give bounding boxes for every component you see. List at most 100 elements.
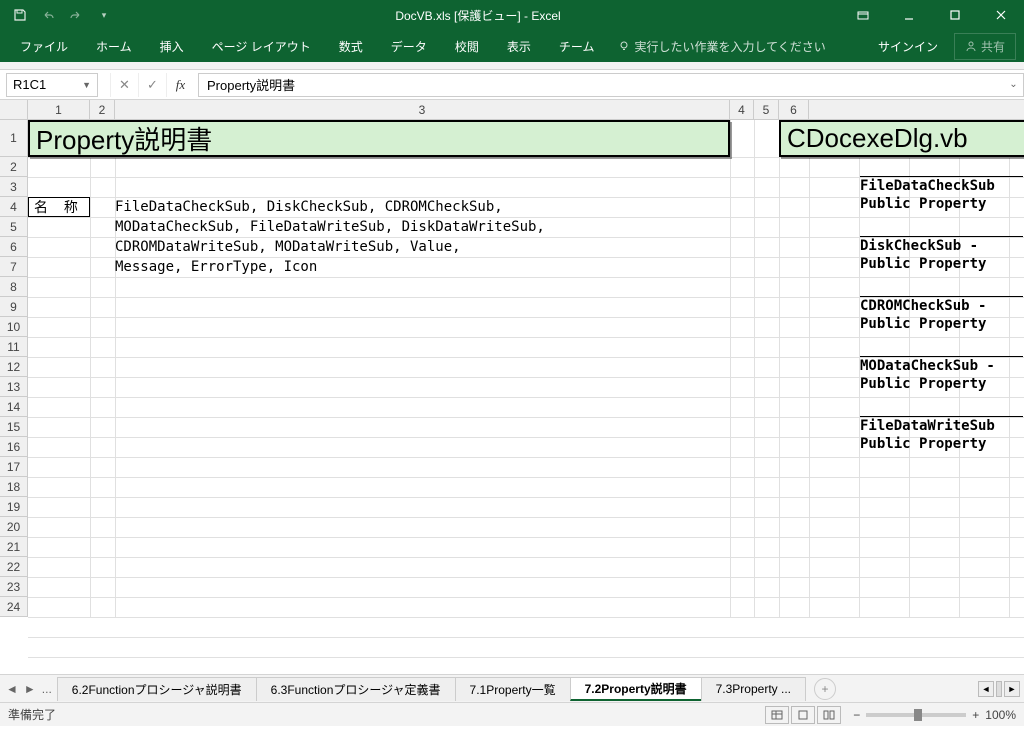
maximize-button[interactable] bbox=[932, 0, 978, 30]
chevron-down-icon[interactable]: ▼ bbox=[82, 80, 91, 90]
row-header[interactable]: 2 bbox=[0, 157, 28, 177]
redo-icon[interactable] bbox=[64, 3, 88, 27]
sheet-nav-next[interactable]: ► bbox=[24, 682, 36, 696]
row-header[interactable]: 23 bbox=[0, 577, 28, 597]
sheet-tab[interactable]: 7.3Property ... bbox=[701, 677, 806, 701]
zoom-control: − + 100% bbox=[853, 708, 1016, 722]
col-header[interactable] bbox=[809, 100, 1024, 120]
share-button[interactable]: 共有 bbox=[954, 33, 1016, 60]
page-layout-view-button[interactable] bbox=[791, 706, 815, 724]
sheet-tab[interactable]: 6.3Functionプロシージャ定義書 bbox=[256, 677, 456, 701]
cell-property-sub[interactable]: Public Property bbox=[860, 256, 1023, 272]
zoom-slider[interactable] bbox=[866, 713, 966, 717]
row-header[interactable]: 21 bbox=[0, 537, 28, 557]
row-header[interactable]: 7 bbox=[0, 257, 28, 277]
scroll-left-button[interactable]: ◄ bbox=[978, 681, 994, 697]
name-box[interactable]: R1C1 ▼ bbox=[6, 73, 98, 97]
row-header[interactable]: 13 bbox=[0, 377, 28, 397]
cell-property-title[interactable]: MODataCheckSub - bbox=[860, 356, 1023, 374]
row-header[interactable]: 12 bbox=[0, 357, 28, 377]
cell-property-title[interactable]: DiskCheckSub - bbox=[860, 236, 1023, 254]
tab-home[interactable]: ホーム bbox=[84, 32, 144, 61]
tab-page-layout[interactable]: ページ レイアウト bbox=[200, 32, 323, 61]
row-header[interactable]: 16 bbox=[0, 437, 28, 457]
cell-body-line[interactable]: Message, ErrorType, Icon bbox=[115, 259, 317, 275]
close-button[interactable] bbox=[978, 0, 1024, 30]
sheet-nav-prev[interactable]: ◄ bbox=[6, 682, 18, 696]
row-header[interactable]: 17 bbox=[0, 457, 28, 477]
tab-insert[interactable]: 挿入 bbox=[148, 32, 196, 61]
save-icon[interactable] bbox=[8, 3, 32, 27]
worksheet-grid[interactable]: 1 2 3 4 5 6 1234567891011121314151617181… bbox=[0, 100, 1024, 674]
cell-property-title[interactable]: FileDataWriteSub bbox=[860, 416, 1023, 434]
undo-icon[interactable] bbox=[36, 3, 60, 27]
row-header[interactable]: 20 bbox=[0, 517, 28, 537]
zoom-out-button[interactable]: − bbox=[853, 708, 860, 722]
tab-formulas[interactable]: 数式 bbox=[327, 32, 375, 61]
cell-property-sub[interactable]: Public Property bbox=[860, 436, 1023, 452]
cell-property-title[interactable]: CDROMCheckSub - bbox=[860, 296, 1023, 314]
qat-dropdown-icon[interactable]: ▾ bbox=[92, 3, 116, 27]
select-all-corner[interactable] bbox=[0, 100, 28, 120]
row-header[interactable]: 14 bbox=[0, 397, 28, 417]
sheet-tab[interactable]: 7.1Property一覧 bbox=[455, 677, 571, 701]
row-header[interactable]: 10 bbox=[0, 317, 28, 337]
cell-property-sub[interactable]: Public Property bbox=[860, 316, 1023, 332]
row-header[interactable]: 5 bbox=[0, 217, 28, 237]
zoom-in-button[interactable]: + bbox=[972, 708, 979, 722]
titlebar: ▾ DocVB.xls [保護ビュー] - Excel bbox=[0, 0, 1024, 30]
sheet-tab[interactable]: 7.2Property説明書 bbox=[570, 677, 702, 701]
cell-property-sub[interactable]: Public Property bbox=[860, 376, 1023, 392]
col-header[interactable]: 6 bbox=[779, 100, 809, 120]
cell-body-line[interactable]: FileDataCheckSub, DiskCheckSub, CDROMChe… bbox=[115, 199, 503, 215]
horizontal-scrollbar[interactable]: ◄ ► bbox=[978, 681, 1024, 697]
col-header[interactable]: 5 bbox=[754, 100, 779, 120]
col-header[interactable]: 1 bbox=[28, 100, 90, 120]
expand-formula-bar-button[interactable]: ⌄ bbox=[1004, 73, 1024, 97]
cell-body-line[interactable]: CDROMDataWriteSub, MODataWriteSub, Value… bbox=[115, 239, 461, 255]
formula-input[interactable]: Property説明書 bbox=[198, 73, 1004, 97]
row-header[interactable]: 3 bbox=[0, 177, 28, 197]
row-header[interactable]: 9 bbox=[0, 297, 28, 317]
enter-formula-button[interactable]: ✓ bbox=[138, 73, 166, 97]
row-header[interactable]: 15 bbox=[0, 417, 28, 437]
signin-link[interactable]: サインイン bbox=[866, 32, 950, 61]
row-header[interactable]: 19 bbox=[0, 497, 28, 517]
row-header[interactable]: 8 bbox=[0, 277, 28, 297]
cells-area[interactable]: Property説明書 CDocexeDlg.vb 名 称 FileDataCh… bbox=[28, 120, 1024, 617]
row-header[interactable]: 22 bbox=[0, 557, 28, 577]
col-header[interactable]: 3 bbox=[115, 100, 730, 120]
cell-property-sub[interactable]: Public Property bbox=[860, 196, 1023, 212]
cell-title-right[interactable]: CDocexeDlg.vb bbox=[779, 120, 1024, 157]
zoom-level[interactable]: 100% bbox=[985, 708, 1016, 722]
row-header[interactable]: 11 bbox=[0, 337, 28, 357]
cell-name-label[interactable]: 名 称 bbox=[28, 197, 90, 217]
cell-property-title[interactable]: FileDataCheckSub bbox=[860, 176, 1023, 194]
ribbon-options-icon[interactable] bbox=[840, 0, 886, 30]
minimize-button[interactable] bbox=[886, 0, 932, 30]
tab-view[interactable]: 表示 bbox=[495, 32, 543, 61]
tab-file[interactable]: ファイル bbox=[8, 32, 80, 61]
cell-body-line[interactable]: MODataCheckSub, FileDataWriteSub, DiskDa… bbox=[115, 219, 545, 235]
col-header[interactable]: 4 bbox=[730, 100, 754, 120]
scroll-right-button[interactable]: ► bbox=[1004, 681, 1020, 697]
sheet-nav-ellipsis[interactable]: ... bbox=[42, 682, 52, 696]
cell-title-left[interactable]: Property説明書 bbox=[28, 120, 730, 157]
insert-function-button[interactable]: fx bbox=[166, 73, 194, 97]
cancel-formula-button[interactable]: ✕ bbox=[110, 73, 138, 97]
normal-view-button[interactable] bbox=[765, 706, 789, 724]
sheet-tab[interactable]: 6.2Functionプロシージャ説明書 bbox=[57, 677, 257, 701]
row-header[interactable]: 4 bbox=[0, 197, 28, 217]
lightbulb-icon bbox=[618, 40, 630, 52]
tab-data[interactable]: データ bbox=[379, 32, 439, 61]
new-sheet-button[interactable]: + bbox=[814, 678, 836, 700]
tab-team[interactable]: チーム bbox=[547, 32, 607, 61]
row-header[interactable]: 18 bbox=[0, 477, 28, 497]
page-break-view-button[interactable] bbox=[817, 706, 841, 724]
row-header[interactable]: 24 bbox=[0, 597, 28, 617]
row-header[interactable]: 1 bbox=[0, 120, 28, 157]
tell-me-search[interactable]: 実行したい作業を入力してください bbox=[618, 38, 861, 55]
tab-review[interactable]: 校閲 bbox=[443, 32, 491, 61]
row-header[interactable]: 6 bbox=[0, 237, 28, 257]
col-header[interactable]: 2 bbox=[90, 100, 115, 120]
